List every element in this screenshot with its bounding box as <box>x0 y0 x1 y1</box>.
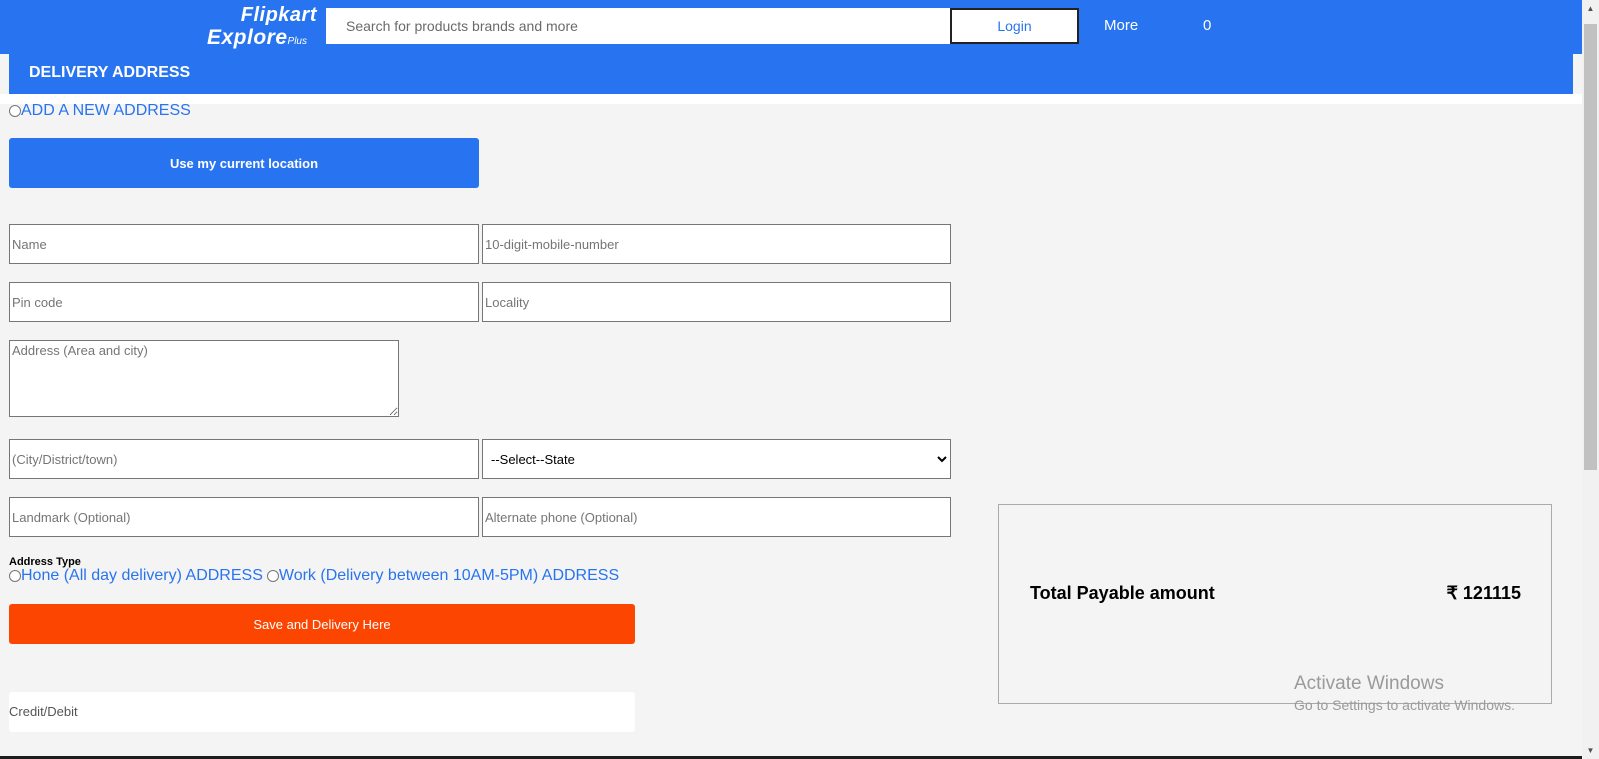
add-new-address-label: ADD A NEW ADDRESS <box>21 102 191 119</box>
add-new-address-option[interactable]: ADD A NEW ADDRESS <box>9 102 191 120</box>
cart-count[interactable]: 0 <box>1203 17 1211 34</box>
save-and-deliver-button[interactable]: Save and Delivery Here <box>9 604 635 644</box>
login-button[interactable]: Login <box>950 8 1079 44</box>
search-input[interactable] <box>326 8 950 44</box>
watermark-title: Activate Windows <box>1294 673 1444 694</box>
checkout-page: Flipkart ExplorePlus Login More 0 DELIVE… <box>0 0 1599 759</box>
name-field[interactable] <box>9 224 479 264</box>
work-address-label: Work (Delivery between 10AM-5PM) ADDRESS <box>278 567 620 584</box>
logo-explore: ExplorePlus <box>207 26 317 54</box>
mobile-field[interactable] <box>482 224 951 264</box>
credit-debit-option[interactable]: Credit/Debit <box>9 692 635 732</box>
address-field[interactable] <box>9 340 399 417</box>
scroll-down-icon[interactable]: ▼ <box>1582 742 1599 759</box>
alternate-phone-field[interactable] <box>482 497 951 537</box>
divider <box>0 94 1582 104</box>
credit-debit-label: Credit/Debit <box>9 704 78 719</box>
flipkart-logo[interactable]: Flipkart ExplorePlus <box>207 4 317 54</box>
home-address-option[interactable]: Hone (All day delivery) ADDRESS <box>9 567 263 585</box>
work-address-option[interactable]: Work (Delivery between 10AM-5PM) ADDRESS <box>266 567 620 585</box>
work-address-radio[interactable] <box>266 570 279 582</box>
logo-plus: Plus <box>287 36 307 47</box>
city-field[interactable] <box>9 439 479 479</box>
total-payable-value: ₹ 121115 <box>1446 583 1521 603</box>
logo-explore-text: Explore <box>207 26 288 49</box>
address-type-options: Hone (All day delivery) ADDRESS Work (De… <box>9 567 619 585</box>
add-new-address-radio[interactable] <box>9 105 21 117</box>
watermark-subtitle: Go to Settings to activate Windows. <box>1294 697 1515 713</box>
pincode-field[interactable] <box>9 282 479 322</box>
activate-windows-watermark: Activate Windows Go to Settings to activ… <box>1294 673 1515 715</box>
locality-field[interactable] <box>482 282 951 322</box>
total-payable-label: Total Payable amount <box>1030 583 1215 603</box>
top-header: Flipkart ExplorePlus Login More 0 <box>0 0 1582 54</box>
vertical-scrollbar[interactable]: ▲ ▼ <box>1582 0 1599 759</box>
landmark-field[interactable] <box>9 497 479 537</box>
home-address-radio[interactable] <box>9 570 21 582</box>
state-select[interactable]: --Select--State <box>482 439 951 479</box>
logo-brand: Flipkart <box>240 4 317 26</box>
use-current-location-button[interactable]: Use my current location <box>9 138 479 188</box>
delivery-address-header: DELIVERY ADDRESS <box>9 54 1573 94</box>
more-menu[interactable]: More <box>1104 17 1138 34</box>
home-address-label: Hone (All day delivery) ADDRESS <box>21 567 263 584</box>
scroll-thumb[interactable] <box>1584 24 1597 470</box>
scroll-up-icon[interactable]: ▲ <box>1582 0 1599 17</box>
